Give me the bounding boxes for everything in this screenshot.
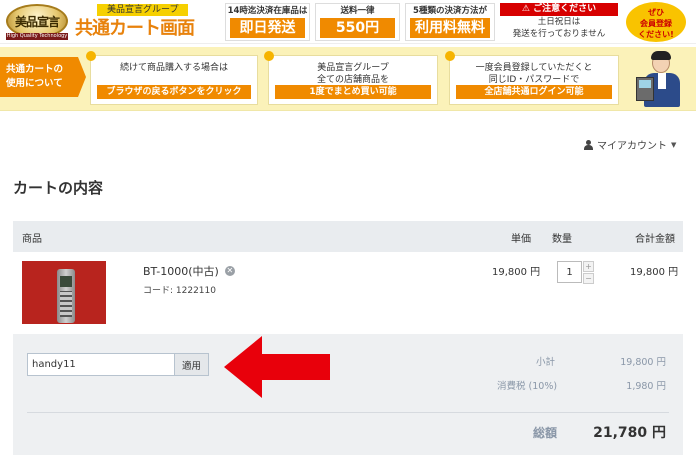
howto-card-bar: 1度でまとめ買い可能 bbox=[275, 85, 431, 99]
howto-label: 共通カートの 使用について bbox=[0, 57, 78, 97]
quantity-increase-button[interactable]: + bbox=[583, 261, 594, 272]
howto-card-bulk: 美品宣言グループ 全ての店舗商品を 1度でまとめ買い可能 bbox=[264, 51, 438, 105]
line-total: 19,800 円 bbox=[630, 267, 679, 278]
grand-total-label: 総額 bbox=[533, 426, 558, 440]
logo-text: 美品宣言 bbox=[14, 14, 60, 29]
unit-price: 19,800 円 bbox=[492, 267, 541, 278]
notice-line: 発送を行っておりません bbox=[512, 29, 606, 39]
header-unit-price: 単価 bbox=[511, 234, 531, 245]
howto-card-continue: 続けて商品購入する場合は ブラウザの戻るボタンをクリック bbox=[86, 51, 258, 105]
holiday-notice: ⚠ ご注意ください 土日祝日は 発送を行っておりません bbox=[500, 3, 618, 41]
notice-line: 土日祝日は bbox=[537, 17, 581, 27]
summary-divider bbox=[27, 412, 669, 413]
warning-icon: ⚠ bbox=[521, 4, 534, 14]
info-caption: 14時迄決済在庫品は bbox=[227, 6, 308, 16]
payment-methods-info: 5種類の決済方法が 利用料無料 bbox=[405, 3, 495, 41]
member-line: ぜひ bbox=[648, 8, 664, 17]
bullet-icon bbox=[86, 51, 96, 61]
notice-heading-text: ご注意ください bbox=[533, 4, 597, 14]
header-quantity: 数量 bbox=[552, 234, 572, 245]
apply-coupon-button[interactable]: 適用 bbox=[174, 353, 209, 376]
red-arrow-icon bbox=[224, 336, 330, 398]
device-screen bbox=[60, 276, 72, 287]
bullet-icon bbox=[264, 51, 274, 61]
subtotal-value: 19,800 円 bbox=[620, 357, 666, 368]
howto-card-text: 美品宣言グループ 全ての店舗商品を bbox=[269, 56, 437, 86]
quantity-decrease-button[interactable]: − bbox=[583, 273, 594, 284]
cart-item-row: BT-1000(中古) ✕ コード: 1222110 19,800 円 + − … bbox=[13, 252, 683, 334]
product-name-link[interactable]: BT-1000(中古) bbox=[143, 263, 219, 279]
info-highlight: 550円 bbox=[320, 18, 395, 38]
logo-ribbon: High Quality Technology bbox=[6, 33, 68, 40]
caret-down-icon: ▼ bbox=[671, 140, 677, 149]
member-signup-badge[interactable]: ぜひ 会員登録 ください! bbox=[626, 2, 686, 42]
product-image[interactable] bbox=[22, 261, 106, 324]
howto-card-bar: ブラウザの戻るボタンをクリック bbox=[97, 85, 251, 99]
staff-hair bbox=[651, 51, 671, 60]
howto-card-line: 美品宣言グループ bbox=[317, 63, 389, 73]
top-banner: 美品宣言 High Quality Technology 美品宣言グループ 共通… bbox=[0, 0, 696, 44]
howto-card-text: 一度会員登録していただくと 同じID・パスワードで bbox=[450, 56, 618, 86]
info-highlight: 即日発送 bbox=[230, 18, 305, 38]
tax-label: 消費税 (10%) bbox=[497, 381, 558, 392]
page-title: 共通カート画面 bbox=[75, 18, 195, 39]
shipping-fee-info: 送料一律 550円 bbox=[315, 3, 400, 41]
howto-card-line: 一度会員登録していただくと bbox=[475, 63, 593, 73]
my-account-menu[interactable]: マイアカウント ▼ bbox=[584, 137, 676, 152]
product-name: BT-1000(中古) ✕ bbox=[143, 263, 235, 279]
group-label: 美品宣言グループ bbox=[97, 4, 189, 16]
quantity-input[interactable] bbox=[557, 261, 582, 283]
product-code: コード: 1222110 bbox=[143, 286, 216, 296]
howto-card-login: 一度会員登録していただくと 同じID・パスワードで 全店舗共通ログイン可能 bbox=[445, 51, 619, 105]
howto-strip: 共通カートの 使用について 続けて商品購入する場合は ブラウザの戻るボタンをクリ… bbox=[0, 47, 696, 111]
brand-logo[interactable]: 美品宣言 High Quality Technology bbox=[2, 2, 72, 42]
info-highlight: 利用料無料 bbox=[410, 18, 490, 38]
howto-label-line: 使用について bbox=[6, 78, 63, 89]
notice-heading: ⚠ ご注意ください bbox=[500, 3, 618, 16]
howto-label-line: 共通カートの bbox=[6, 64, 64, 75]
cart-summary: 適用 小計 19,800 円 消費税 (10%) 1,980 円 総額 21,7… bbox=[13, 334, 683, 455]
tax-value: 1,980 円 bbox=[626, 381, 666, 392]
my-account-label: マイアカウント bbox=[597, 141, 667, 152]
device-keypad bbox=[60, 291, 72, 317]
cart-title: カートの内容 bbox=[13, 179, 104, 197]
cart-table-header: 商品 単価 数量 合計金額 bbox=[13, 221, 683, 252]
howto-card-bar: 全店舗共通ログイン可能 bbox=[456, 85, 612, 99]
header-product: 商品 bbox=[22, 234, 42, 245]
howto-card-text: 続けて商品購入する場合は bbox=[119, 63, 228, 73]
info-caption: 5種類の決済方法が bbox=[413, 6, 487, 16]
coupon-code-input[interactable] bbox=[27, 353, 175, 376]
staff-shirt bbox=[658, 73, 666, 89]
title-block: 美品宣言グループ 共通カート画面 bbox=[75, 2, 215, 42]
user-icon bbox=[584, 139, 593, 150]
device-screen bbox=[639, 80, 651, 88]
member-line: 会員登録 bbox=[640, 19, 672, 28]
howto-arrow-icon bbox=[78, 57, 86, 97]
subtotal-label: 小計 bbox=[536, 357, 556, 368]
staff-illustration bbox=[630, 51, 690, 109]
info-caption: 送料一律 bbox=[340, 6, 375, 16]
header-total: 合計金額 bbox=[635, 234, 675, 245]
grand-total-value: 21,780 円 bbox=[593, 425, 666, 441]
remove-item-icon[interactable]: ✕ bbox=[224, 266, 235, 276]
same-day-shipping-info: 14時迄決済在庫品は 即日発送 bbox=[225, 3, 310, 41]
bullet-icon bbox=[445, 51, 455, 61]
member-line: ください! bbox=[638, 30, 674, 39]
